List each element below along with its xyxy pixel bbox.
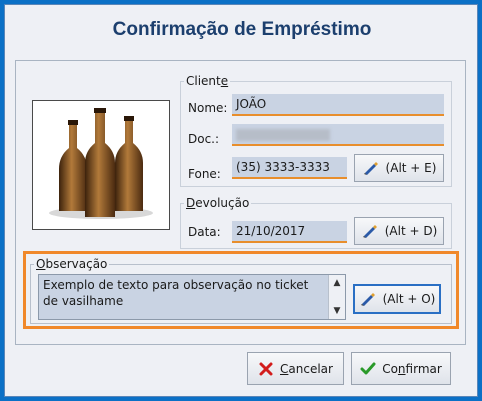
fone-edit-label: (Alt + E): [385, 161, 437, 175]
observacao-edit-label: (Alt + O): [382, 292, 436, 306]
observacao-highlight: Observação Exemplo de texto para observa…: [23, 251, 459, 329]
dialog-title: Confirmação de Empréstimo: [112, 19, 372, 40]
observacao-legend: Observação: [34, 257, 110, 271]
observacao-text: Exemplo de texto para observação no tick…: [43, 278, 309, 308]
dialog-window: Confirmação de Empréstimo Cliente Nome: …: [4, 4, 478, 397]
scroll-down-icon[interactable]: ▼: [329, 303, 345, 319]
pencil-icon: [360, 293, 375, 306]
pencil-icon: [362, 225, 377, 238]
data-label: Data:: [188, 225, 221, 239]
pencil-icon: [363, 162, 378, 175]
nome-label: Nome:: [188, 101, 228, 115]
cancel-label: Cancelar: [280, 361, 333, 376]
doc-field[interactable]: [232, 124, 444, 146]
redacted-doc: [236, 129, 330, 141]
data-edit-button[interactable]: (Alt + D): [354, 217, 444, 245]
observacao-edit-button[interactable]: (Alt + O): [353, 284, 441, 314]
devolucao-legend: Devolução: [184, 196, 252, 210]
nome-field[interactable]: JOÃO: [232, 94, 444, 116]
doc-label: Doc.:: [188, 132, 220, 146]
fone-label: Fone:: [188, 167, 221, 181]
fone-field[interactable]: (35) 3333-3333: [232, 157, 347, 179]
observacao-scrollbar[interactable]: ▲ ▼: [328, 275, 345, 319]
cliente-legend: Cliente: [184, 74, 231, 88]
confirm-button[interactable]: Confirmar: [351, 352, 451, 385]
data-edit-label: (Alt + D): [384, 224, 438, 238]
observacao-textarea[interactable]: Exemplo de texto para observação no tick…: [38, 274, 346, 320]
fone-edit-button[interactable]: (Alt + E): [354, 154, 444, 182]
bottles-image: [32, 100, 170, 230]
cancel-button[interactable]: Cancelar: [247, 352, 344, 385]
confirm-label: Confirmar: [382, 361, 442, 376]
scroll-up-icon[interactable]: ▲: [329, 275, 345, 291]
check-icon: [360, 362, 376, 374]
bottles-icon: [49, 108, 153, 219]
close-icon: [259, 362, 273, 375]
data-field[interactable]: 21/10/2017: [232, 221, 347, 243]
